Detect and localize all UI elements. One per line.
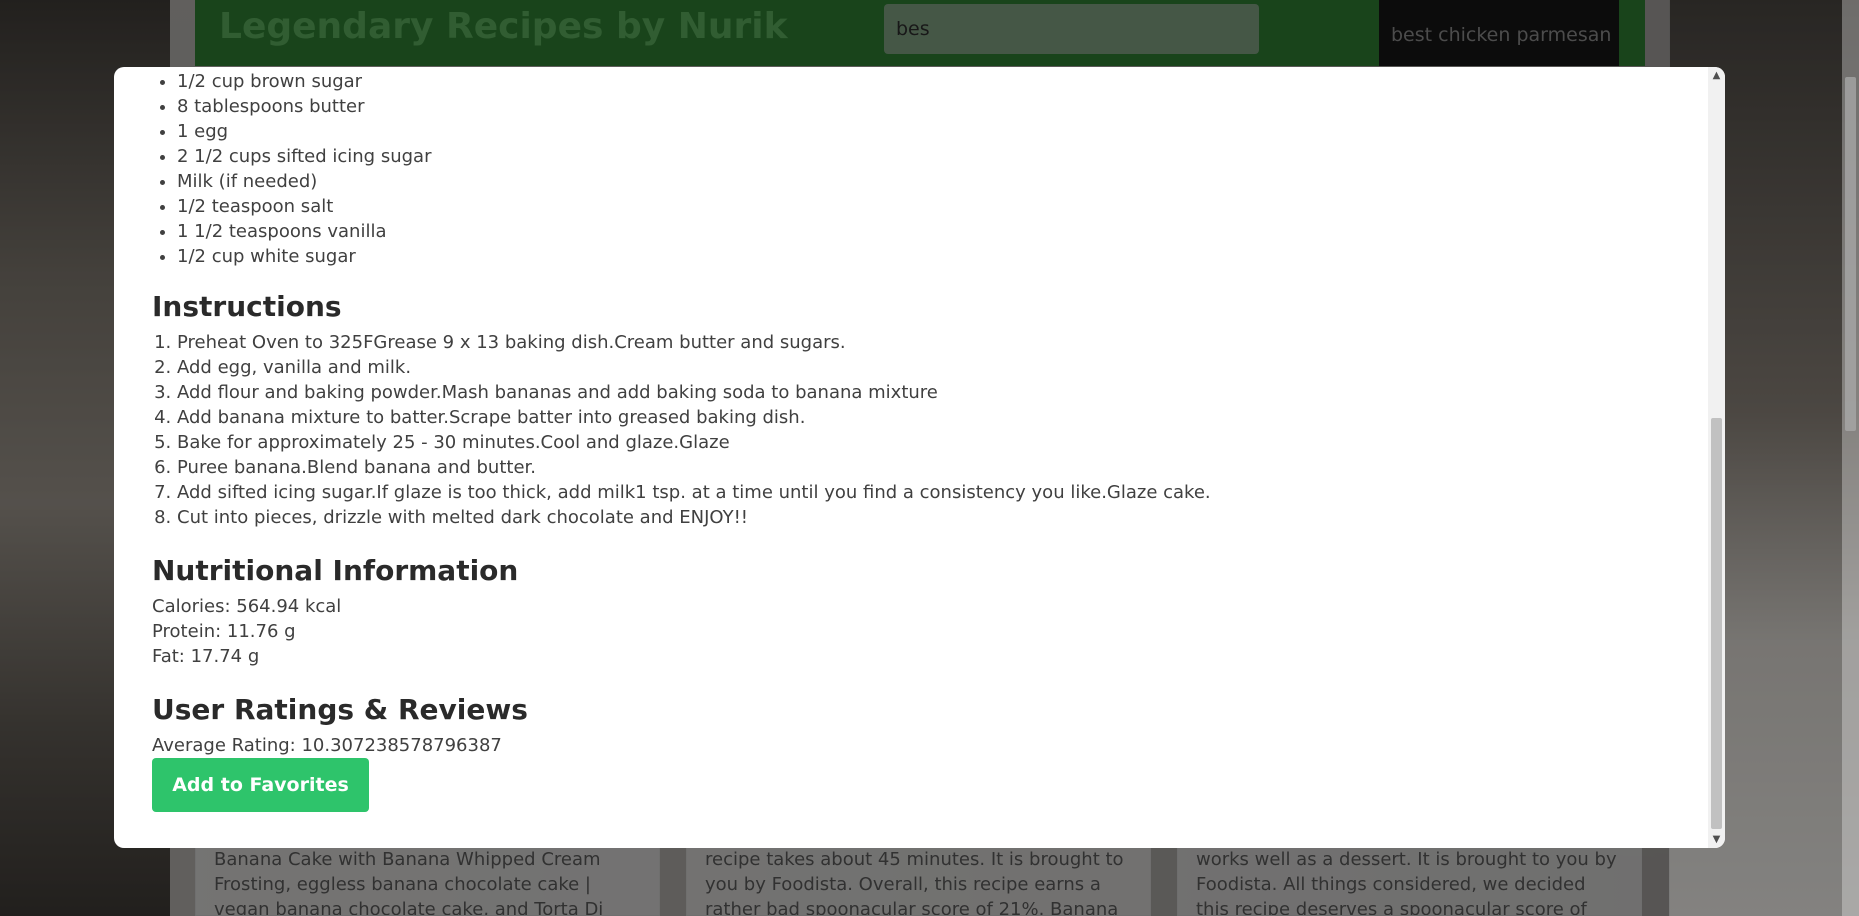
add-to-favorites-button[interactable]: Add to Favorites [152, 758, 369, 812]
scroll-up-arrow-icon[interactable]: ▲ [1708, 67, 1725, 84]
ingredient-item: 8 tablespoons butter [177, 94, 431, 119]
modal-scroll-thumb[interactable] [1711, 418, 1722, 829]
modal-scrollbar[interactable]: ▲ ▼ [1708, 67, 1725, 848]
calories-value: Calories: 564.94 kcal [152, 596, 342, 617]
ingredient-item: 1 1/2 teaspoons vanilla [177, 219, 431, 244]
recipe-modal: 1/2 cup brown sugar 8 tablespoons butter… [114, 67, 1725, 848]
recipe-modal-content: 1/2 cup brown sugar 8 tablespoons butter… [152, 67, 1692, 848]
ingredient-item: 1 egg [177, 119, 431, 144]
page-scrollbar[interactable] [1842, 0, 1859, 916]
instruction-step: Puree banana.Blend banana and butter. [177, 455, 1211, 480]
instruction-step: Cut into pieces, drizzle with melted dar… [177, 505, 1211, 530]
instruction-step: Add egg, vanilla and milk. [177, 355, 1211, 380]
instructions-list: Preheat Oven to 325FGrease 9 x 13 baking… [152, 330, 1211, 530]
reviews-heading: User Ratings & Reviews [152, 693, 528, 726]
ingredient-item: 2 1/2 cups sifted icing sugar [177, 144, 431, 169]
ingredient-item: Milk (if needed) [177, 169, 431, 194]
fat-value: Fat: 17.74 g [152, 646, 260, 667]
page-scroll-thumb[interactable] [1845, 77, 1856, 431]
instruction-step: Bake for approximately 25 - 30 minutes.C… [177, 430, 1211, 455]
protein-value: Protein: 11.76 g [152, 621, 296, 642]
ingredient-item: 1/2 teaspoon salt [177, 194, 431, 219]
ingredient-item: 1/2 cup white sugar [177, 244, 431, 269]
instruction-step: Add flour and baking powder.Mash bananas… [177, 380, 1211, 405]
scroll-down-arrow-icon[interactable]: ▼ [1708, 831, 1725, 848]
instruction-step: Add sifted icing sugar.If glaze is too t… [177, 480, 1211, 505]
instruction-step: Preheat Oven to 325FGrease 9 x 13 baking… [177, 330, 1211, 355]
nutrition-heading: Nutritional Information [152, 554, 519, 587]
ingredients-list: 1/2 cup brown sugar 8 tablespoons butter… [152, 69, 431, 269]
average-rating: Average Rating: 10.307238578796387 [152, 735, 502, 756]
instruction-step: Add banana mixture to batter.Scrape batt… [177, 405, 1211, 430]
instructions-heading: Instructions [152, 290, 342, 323]
nutrition-info: Calories: 564.94 kcal Protein: 11.76 g F… [152, 594, 341, 669]
ingredient-item: 1/2 cup brown sugar [177, 69, 431, 94]
